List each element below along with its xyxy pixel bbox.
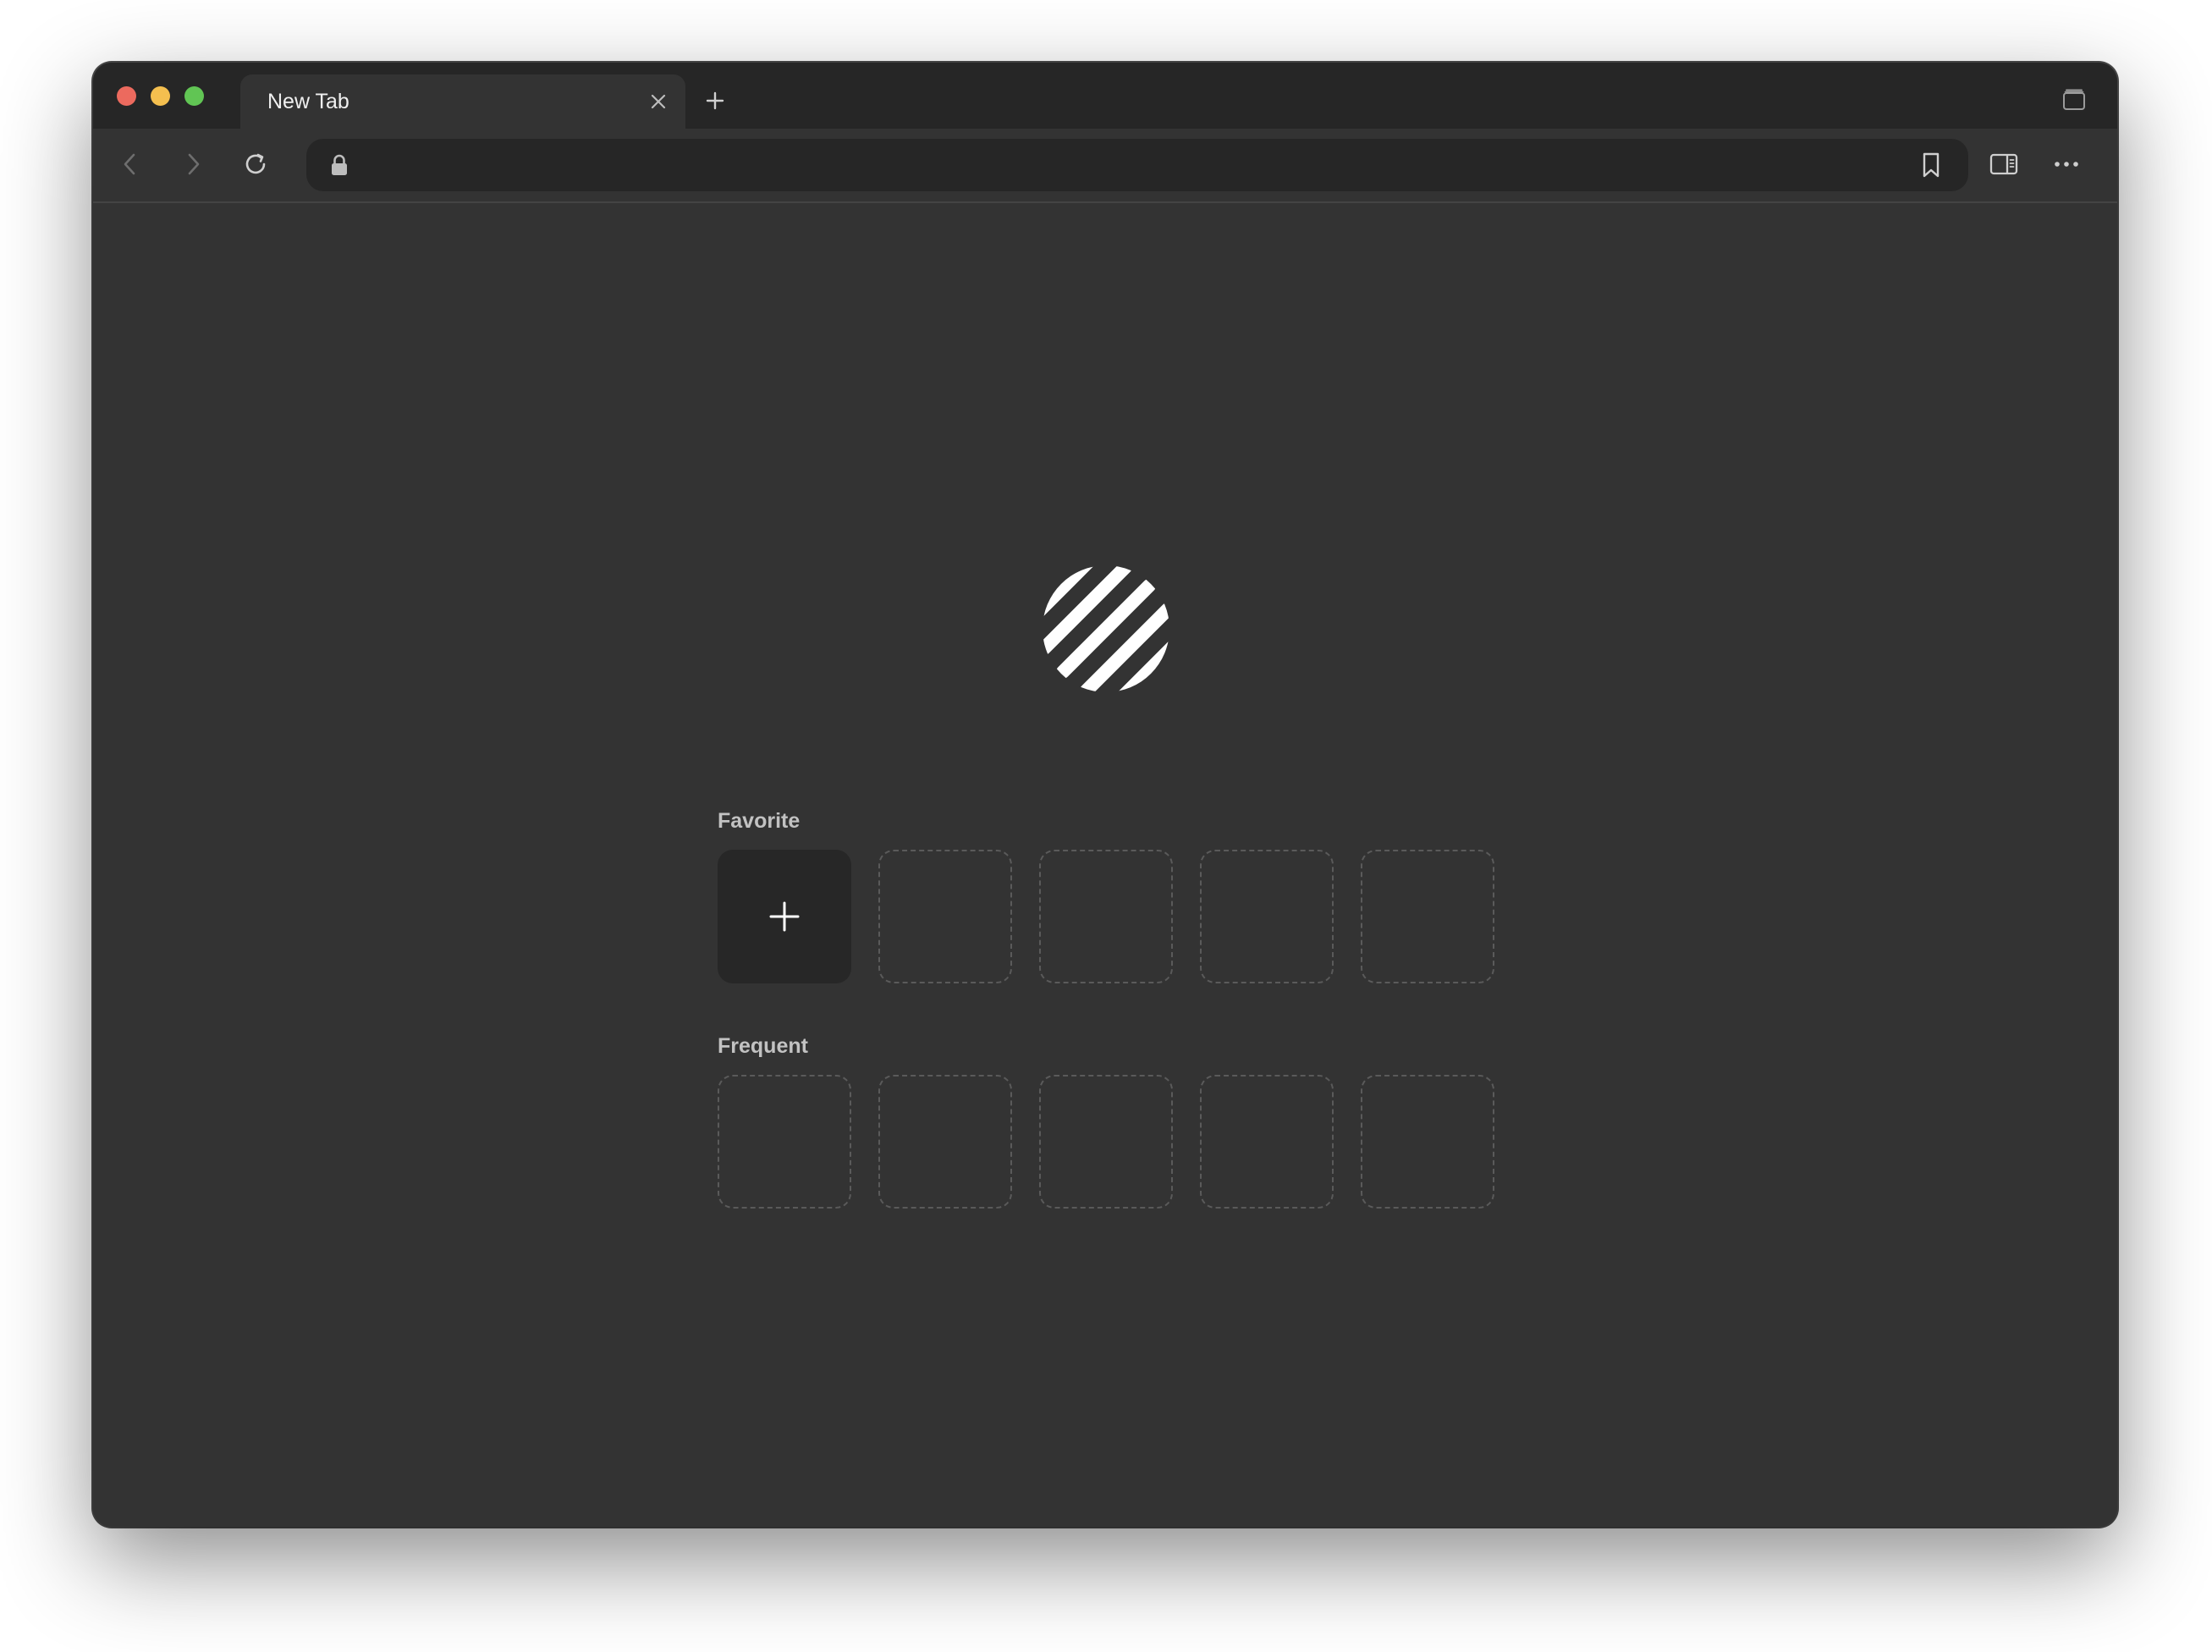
sidebar-button[interactable] [1982,142,2026,186]
reload-button[interactable] [234,142,278,186]
bookmark-icon [1923,152,1940,178]
frequent-section-label: Frequent [718,1034,808,1058]
tab-title: New Tab [267,89,349,113]
new-tab-button[interactable] [696,81,735,120]
favorite-slot [1039,850,1173,983]
close-window-button[interactable] [117,86,136,106]
frequent-slot [878,1075,1012,1209]
frequent-slot [1039,1075,1173,1209]
frequent-slot [1361,1075,1494,1209]
more-menu-button[interactable] [2044,142,2088,186]
browser-window: New Tab Favorite Frequent [93,63,2117,1527]
lock-icon [332,154,347,175]
minimize-window-button[interactable] [151,86,170,106]
active-tab[interactable]: New Tab [240,74,685,129]
forward-button[interactable] [171,142,215,186]
add-favorite-button[interactable] [718,850,851,983]
favorite-slot [1200,850,1334,983]
favorite-slot [878,850,1012,983]
browser-logo [1043,565,1169,692]
maximize-window-button[interactable] [184,86,204,106]
favorite-slot [1361,850,1494,983]
favorite-section-label: Favorite [718,809,801,833]
close-tab-icon[interactable] [643,86,674,117]
address-bar[interactable] [306,139,1968,193]
plus-icon [769,901,800,932]
address-input[interactable] [366,139,1892,193]
reload-icon [245,153,266,174]
frequent-slot [1200,1075,1334,1209]
sidebar-icon [1989,153,2018,175]
navigation-toolbar [93,129,2117,203]
tab-overview-button[interactable] [2055,80,2094,118]
plus-icon [706,91,724,110]
more-icon [2055,162,2078,167]
frequent-slot [718,1075,851,1209]
new-tab-page: Favorite Frequent [93,203,2117,1527]
tab-overview-icon [2063,89,2085,110]
bookmark-button[interactable] [1912,146,1950,184]
tab-strip: New Tab [93,63,2117,129]
forward-arrow-icon [188,153,200,175]
back-arrow-icon [124,153,135,175]
back-button[interactable] [108,142,152,186]
